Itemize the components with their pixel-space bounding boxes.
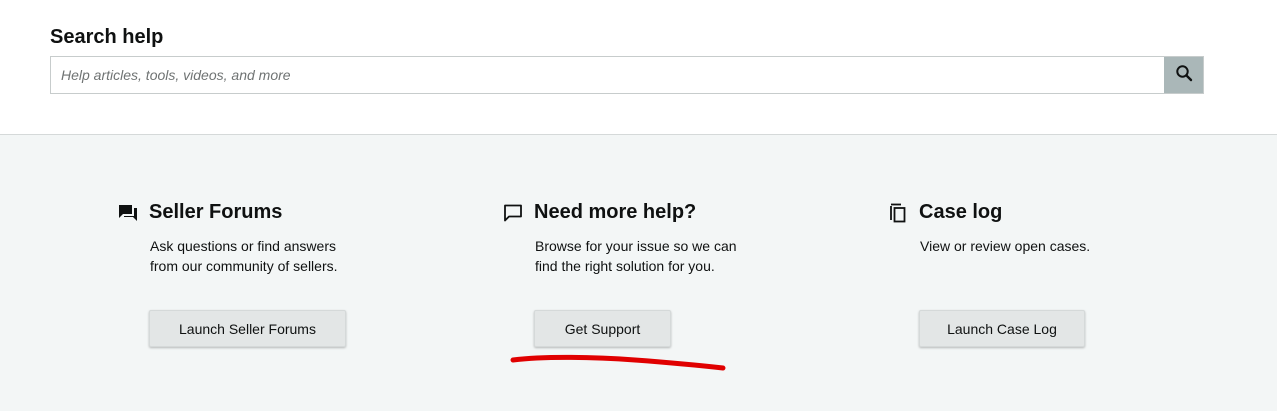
card-title: Case log (919, 201, 1003, 223)
launch-case-log-button[interactable]: Launch Case Log (919, 310, 1085, 347)
search-bar (50, 56, 1204, 94)
search-title: Search help (50, 26, 164, 48)
card-description: View or review open cases. (920, 238, 1091, 254)
chat-bubble-icon (502, 202, 524, 224)
card-title: Seller Forums (149, 201, 283, 223)
launch-seller-forums-button[interactable]: Launch Seller Forums (149, 310, 346, 347)
copy-icon (887, 202, 909, 224)
search-section: Search help (0, 0, 1277, 135)
search-input[interactable] (51, 57, 1165, 93)
forum-icon (117, 202, 139, 224)
card-description: Browse for your issue so we can find the… (535, 238, 737, 274)
search-icon (1175, 64, 1193, 87)
card-header: Seller Forums (117, 201, 282, 224)
get-support-button[interactable]: Get Support (534, 310, 671, 347)
search-button[interactable] (1164, 57, 1203, 93)
card-title: Need more help? (534, 201, 697, 223)
card-header: Case log (887, 201, 1002, 224)
card-header: Need more help? (502, 201, 696, 224)
card-description: Ask questions or find answers from our c… (150, 238, 338, 274)
red-underline-annotation (510, 354, 726, 371)
